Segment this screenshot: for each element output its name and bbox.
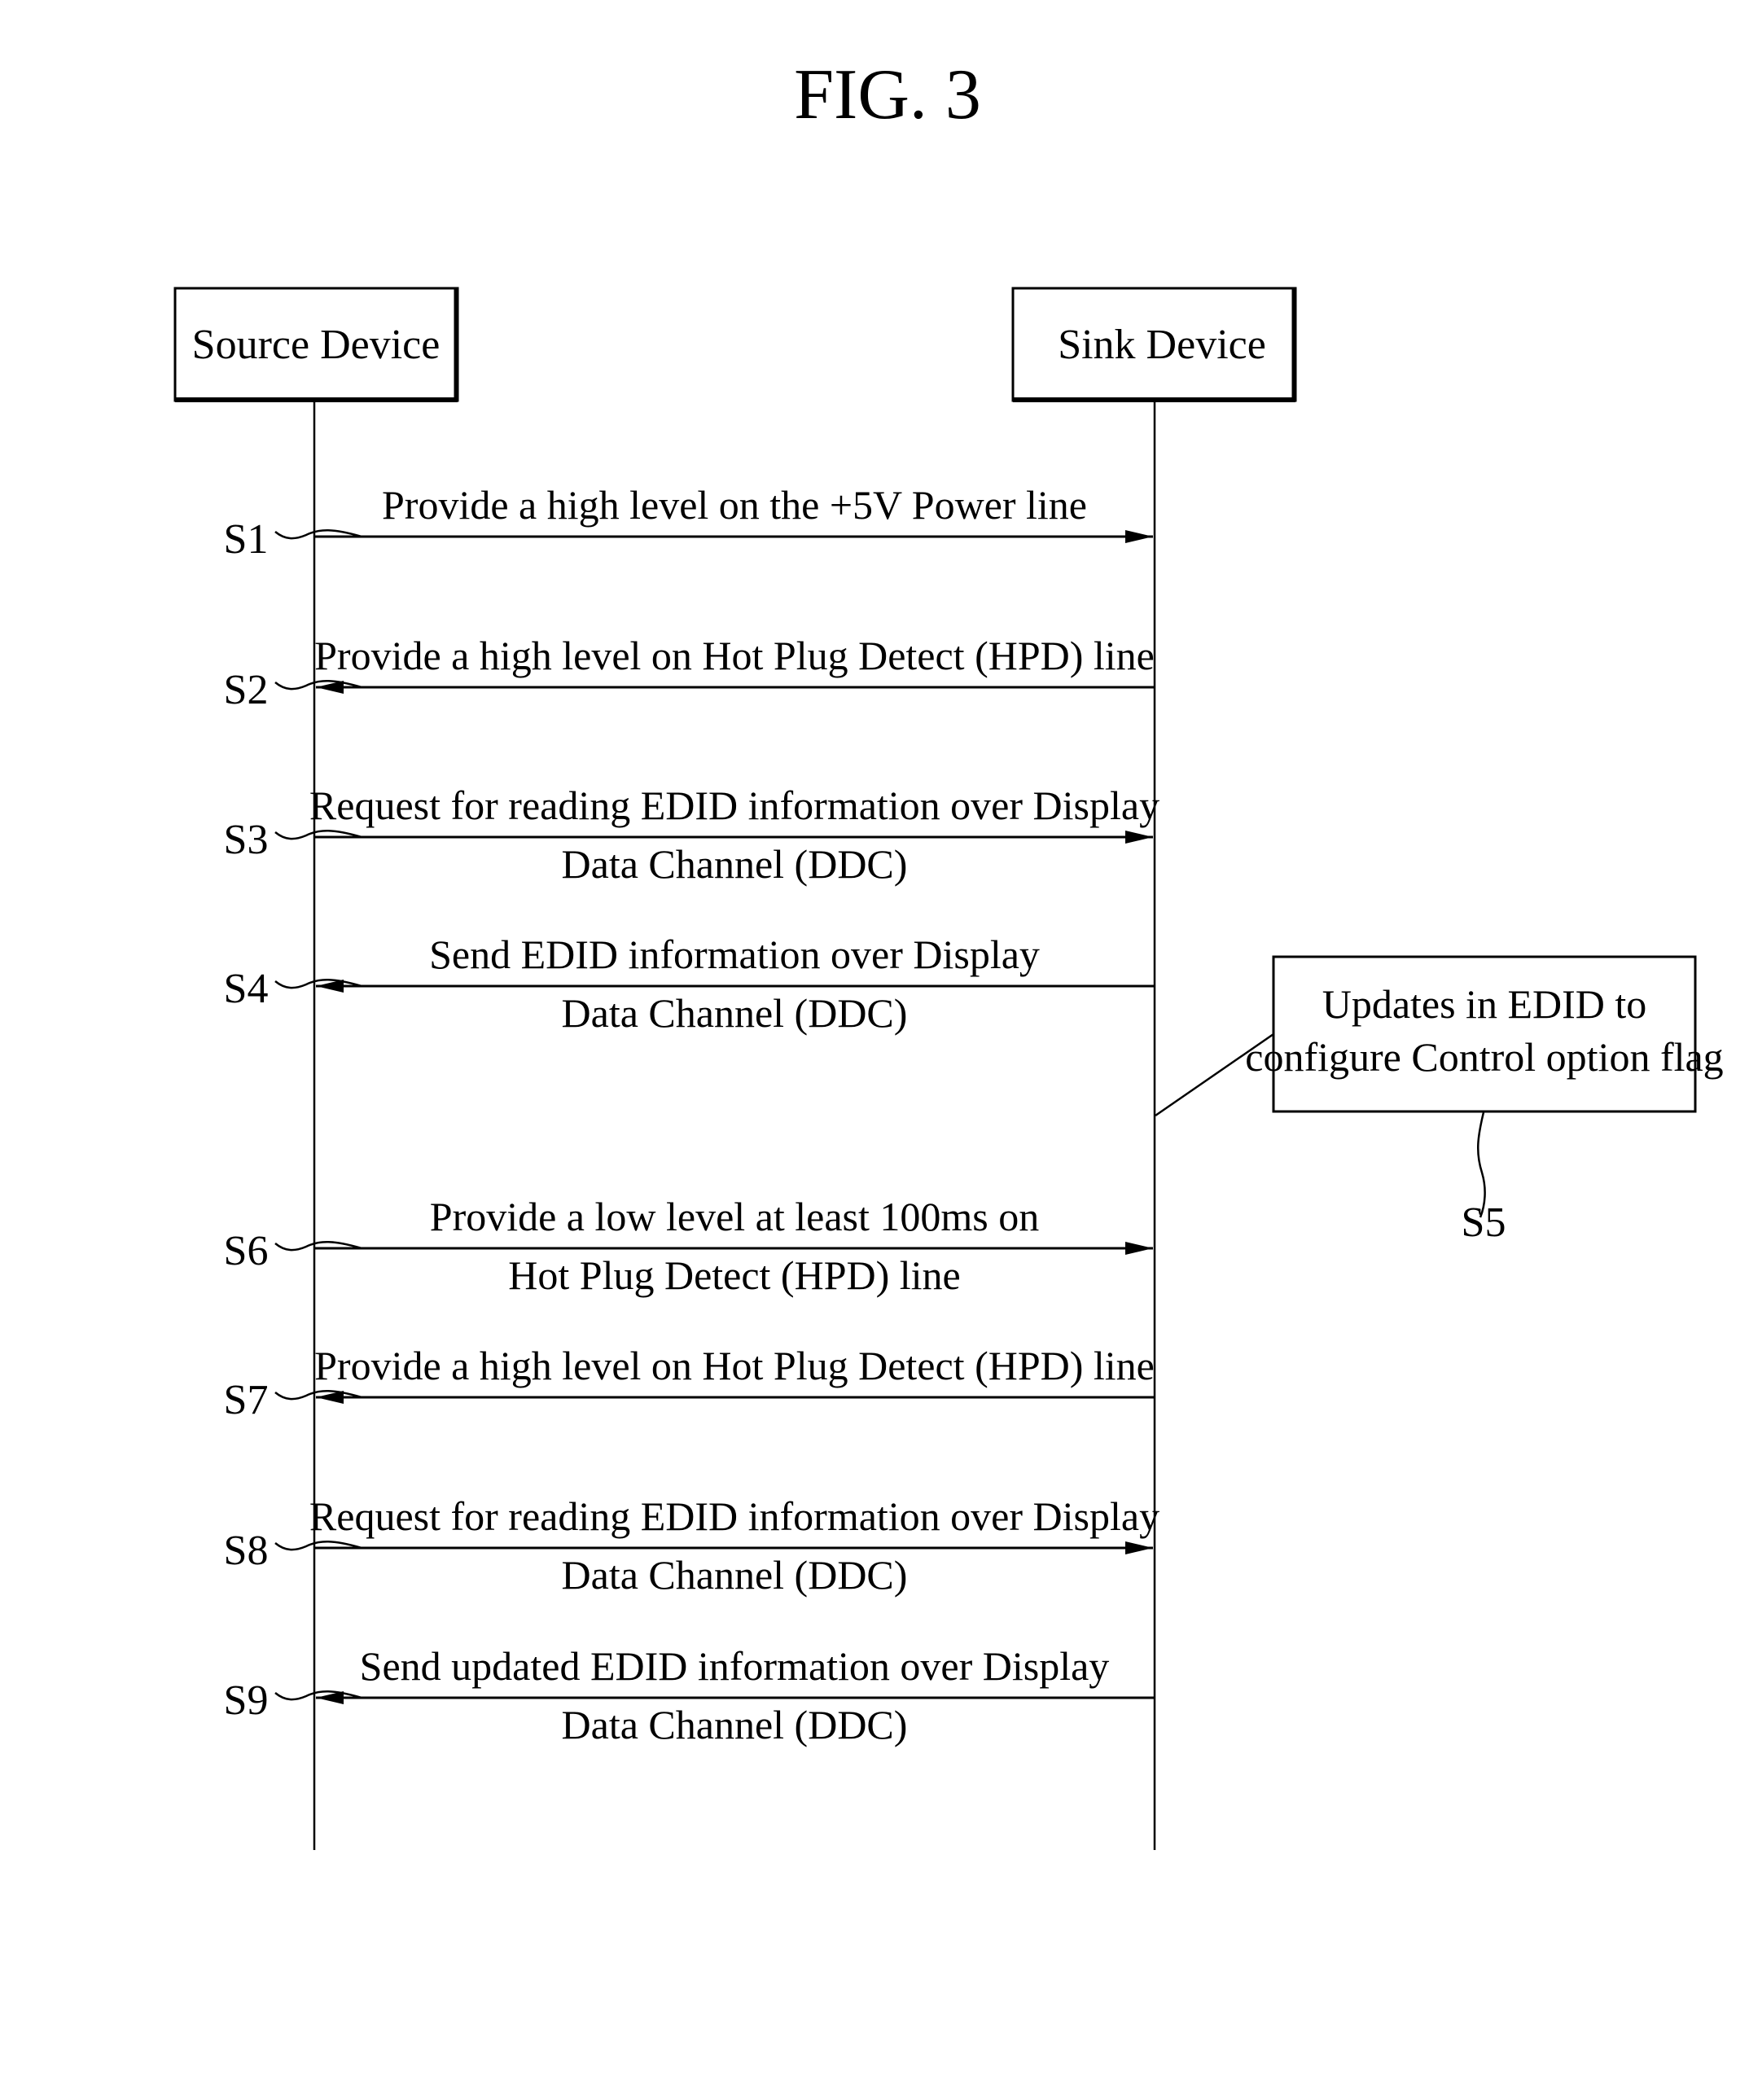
message-label-line-1: Provide a high level on Hot Plug Detect … bbox=[314, 633, 1155, 678]
message-label-line-1: Request for reading EDID information ove… bbox=[309, 783, 1159, 828]
message-label-line-2: Data Channel (DDC) bbox=[562, 841, 908, 887]
message-s3: Request for reading EDID information ove… bbox=[224, 783, 1160, 887]
message-label-line-2: Data Channel (DDC) bbox=[562, 990, 908, 1036]
message-label-line-2: Data Channel (DDC) bbox=[562, 1702, 908, 1747]
step-label-s8: S8 bbox=[224, 1528, 269, 1574]
message-label-line-1: Send EDID information over Display bbox=[429, 932, 1040, 977]
message-label-line-1: Send updated EDID information over Displ… bbox=[360, 1643, 1110, 1689]
participant-sink: Sink Device bbox=[1011, 287, 1297, 402]
messages-group: Provide a high level on the +5V Power li… bbox=[224, 482, 1160, 1747]
step-label-s2: S2 bbox=[224, 667, 269, 713]
message-label-line-2: Hot Plug Detect (HPD) line bbox=[508, 1252, 960, 1298]
sequence-diagram: FIG. 3 Source Device Sink Device Provide… bbox=[173, 55, 1724, 1850]
step-label-s3: S3 bbox=[224, 817, 269, 863]
message-label-line-1: Provide a high level on Hot Plug Detect … bbox=[314, 1343, 1155, 1388]
step-label-s1: S1 bbox=[224, 516, 269, 563]
source-device-label: Source Device bbox=[192, 322, 441, 368]
step-label-s6: S6 bbox=[224, 1228, 269, 1274]
message-s2: Provide a high level on Hot Plug Detect … bbox=[224, 633, 1155, 713]
note-s5: Updates in EDID to configure Control opt… bbox=[1155, 955, 1724, 1246]
message-s1: Provide a high level on the +5V Power li… bbox=[224, 482, 1153, 563]
note-line-1: Updates in EDID to bbox=[1322, 981, 1647, 1027]
sink-device-label: Sink Device bbox=[1058, 322, 1266, 368]
message-s9: Send updated EDID information over Displ… bbox=[224, 1643, 1155, 1747]
message-s8: Request for reading EDID information ove… bbox=[224, 1493, 1160, 1598]
message-s4: Send EDID information over Display Data C… bbox=[224, 932, 1155, 1036]
step-label-s5: S5 bbox=[1462, 1199, 1506, 1246]
message-label-line-1: Provide a low level at least 100ms on bbox=[430, 1194, 1039, 1239]
message-s7: Provide a high level on Hot Plug Detect … bbox=[224, 1343, 1155, 1423]
message-label-line-1: Request for reading EDID information ove… bbox=[309, 1493, 1159, 1539]
step-label-s9: S9 bbox=[224, 1677, 269, 1724]
message-s6: Provide a low level at least 100ms on Hot… bbox=[224, 1194, 1153, 1298]
participant-source: Source Device bbox=[173, 287, 459, 402]
note-line-2: configure Control option flag bbox=[1245, 1034, 1723, 1080]
step-label-s4: S4 bbox=[224, 966, 269, 1012]
message-label-line-2: Data Channel (DDC) bbox=[562, 1552, 908, 1598]
figure-title: FIG. 3 bbox=[794, 55, 981, 134]
message-label-line-1: Provide a high level on the +5V Power li… bbox=[382, 482, 1087, 528]
step-label-s7: S7 bbox=[224, 1377, 269, 1423]
